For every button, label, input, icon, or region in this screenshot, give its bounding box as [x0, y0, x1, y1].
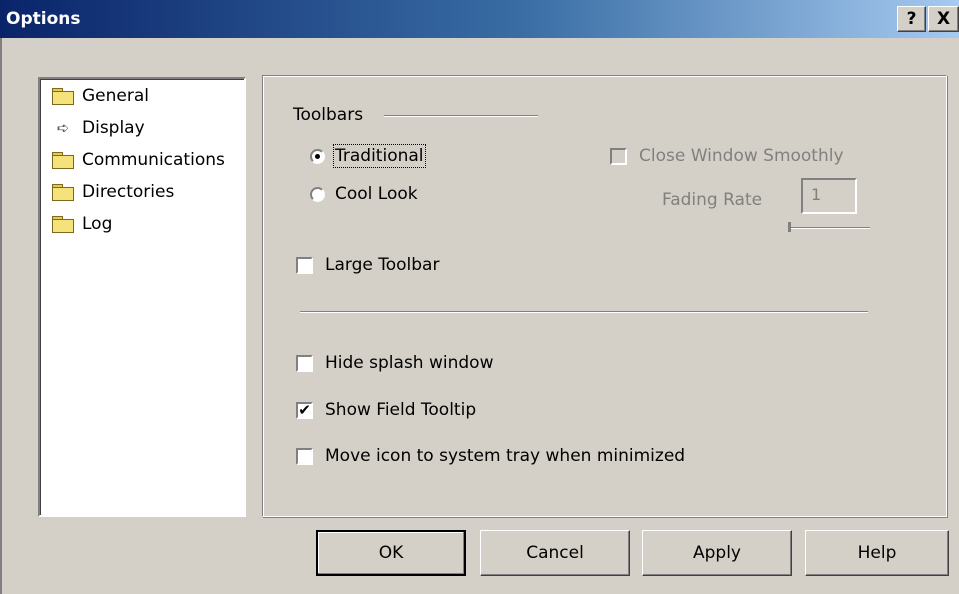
title-bar[interactable]: Options ? X — [0, 0, 959, 38]
cancel-button[interactable]: Cancel — [480, 530, 630, 576]
tree-item-label: General — [82, 86, 149, 106]
fading-rate-slider[interactable] — [788, 227, 870, 229]
tree-item-communications[interactable]: Communications — [52, 149, 225, 171]
separator — [300, 311, 868, 313]
help-label: Help — [857, 543, 897, 563]
folder-icon — [52, 184, 74, 201]
arrow-right-icon: ➪ — [56, 119, 70, 137]
move-to-tray-checkbox[interactable]: Move icon to system tray when minimized — [296, 446, 685, 466]
tree-item-display[interactable]: ➪ Display — [52, 117, 145, 139]
show-field-tooltip-checkbox[interactable]: ✔ Show Field Tooltip — [296, 400, 476, 420]
fading-rate-label: Fading Rate — [662, 190, 763, 210]
apply-label: Apply — [693, 543, 741, 563]
section-divider — [384, 115, 538, 117]
tree-item-label: Directories — [82, 182, 175, 202]
move-to-tray-label: Move icon to system tray when minimized — [325, 446, 686, 466]
large-toolbar-checkbox[interactable]: Large Toolbar — [296, 255, 439, 275]
large-toolbar-label: Large Toolbar — [325, 255, 440, 275]
tree-item-directories[interactable]: Directories — [52, 181, 174, 203]
cool-look-label: Cool Look — [335, 184, 418, 204]
cool-look-radio[interactable]: Cool Look — [310, 184, 418, 204]
checkmark-icon: ✔ — [296, 401, 313, 419]
show-field-tooltip-label: Show Field Tooltip — [325, 400, 477, 420]
tree-item-label: Log — [82, 214, 113, 234]
window-title: Options — [6, 9, 81, 29]
checkbox-box — [296, 447, 313, 465]
close-button[interactable]: X — [928, 6, 959, 32]
radio-indicator — [310, 148, 325, 164]
ok-label: OK — [378, 543, 404, 563]
tree-item-log[interactable]: Log — [52, 213, 112, 235]
checkbox-box — [296, 256, 313, 274]
apply-button[interactable]: Apply — [642, 530, 792, 576]
traditional-label: Traditional — [333, 144, 426, 168]
help-title-button[interactable]: ? — [897, 6, 926, 32]
category-tree[interactable]: General ➪ Display Communications Directo… — [38, 77, 246, 517]
close-window-smoothly-label: Close Window Smoothly — [639, 146, 844, 166]
folder-icon — [52, 152, 74, 169]
options-dialog: Options ? X General ➪ Display Communicat… — [0, 0, 959, 594]
tree-item-general[interactable]: General — [52, 85, 149, 107]
cancel-label: Cancel — [526, 543, 584, 563]
checkbox-box — [296, 354, 313, 372]
ok-button[interactable]: OK — [316, 530, 466, 576]
fading-rate-input[interactable]: 1 — [801, 178, 857, 214]
traditional-radio[interactable]: Traditional — [310, 144, 426, 168]
close-window-smoothly-checkbox[interactable]: Close Window Smoothly — [610, 146, 844, 166]
folder-icon — [52, 88, 74, 105]
radio-indicator — [310, 186, 325, 202]
checkbox-box — [610, 147, 627, 165]
hide-splash-label: Hide splash window — [325, 353, 494, 373]
window-border — [0, 38, 2, 594]
toolbars-section-label: Toolbars — [293, 105, 364, 125]
tree-item-label: Communications — [82, 150, 225, 170]
tree-item-label: Display — [82, 118, 145, 138]
folder-icon — [52, 216, 74, 233]
slider-thumb[interactable] — [788, 222, 791, 232]
help-button[interactable]: Help — [805, 530, 949, 576]
hide-splash-checkbox[interactable]: Hide splash window — [296, 353, 493, 373]
